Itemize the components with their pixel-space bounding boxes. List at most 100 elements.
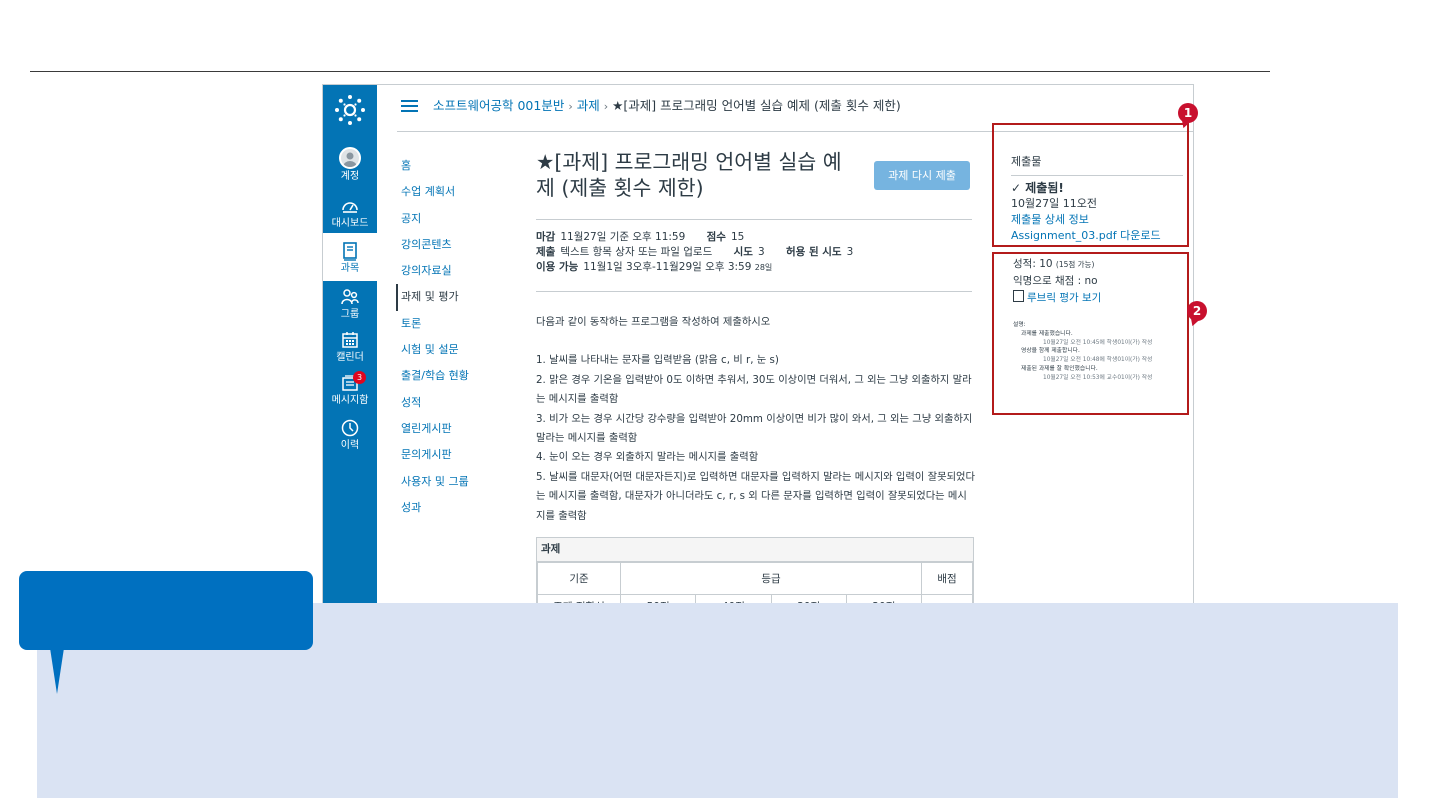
clipboard-icon — [1013, 290, 1024, 302]
points-label: 점수 — [706, 231, 726, 243]
available-days: 28일 — [754, 263, 773, 272]
gnav-dashboard[interactable]: 대시보드 — [323, 196, 377, 230]
allowed-attempts-value: 3 — [846, 246, 854, 258]
description-line: 3. 비가 오는 경우 시간당 강수량을 입력받아 20mm 이상이면 비가 많… — [536, 412, 973, 445]
course-nav-discussions[interactable]: 토론 — [401, 311, 511, 337]
details-divider — [536, 291, 972, 292]
breadcrumb-course-link[interactable]: 소프트웨어공학 001분반 — [433, 98, 564, 113]
breadcrumb-separator-icon: › — [568, 100, 573, 113]
resubmit-assignment-button[interactable]: 과제 다시 제출 — [874, 161, 970, 190]
rubric-title: 과제 — [537, 538, 973, 562]
course-nav-modules[interactable]: 강의콘텐츠 — [401, 232, 511, 258]
due-label: 마감 — [536, 231, 556, 243]
submitting-label: 제출 — [536, 246, 556, 258]
comment-meta: 10월27일 오전 10:45에 학생01이(가) 작성 — [1043, 339, 1153, 346]
grade-panel: 성적: 10 (15점 가능) 익명으로 채점 : no 루브릭 평가 보기 — [1013, 256, 1185, 307]
groups-icon — [341, 289, 359, 305]
gnav-courses-label: 과목 — [340, 263, 360, 274]
download-submission-link[interactable]: Assignment_03.pdf 다운로드 — [1011, 228, 1183, 244]
attempts-label: 시도 — [733, 246, 753, 258]
grade-score: 성적: 10 — [1013, 258, 1053, 270]
anonymous-grading: 익명으로 채점 : no — [1013, 275, 1098, 287]
slide-top-rule — [30, 71, 1270, 72]
rubric-table: 과제 기준 등급 배점 주제 적합성 50점 40점 30점 20점 — [536, 537, 974, 610]
title-divider — [536, 219, 972, 220]
speech-callout — [19, 571, 313, 650]
course-nav-syllabus[interactable]: 수업 계획서 — [401, 179, 511, 205]
annotation-marker-2: 2 — [1187, 301, 1207, 321]
comment-text: 과제를 제출했습니다. — [1021, 330, 1073, 337]
gnav-account-label: 계정 — [340, 171, 360, 182]
course-nav-attendance[interactable]: 출결/학습 현황 — [401, 363, 511, 389]
course-nav-outcomes[interactable]: 성과 — [401, 495, 511, 521]
gnav-groups[interactable]: 그룹 — [323, 287, 377, 321]
canvas-logo-icon[interactable] — [334, 94, 366, 126]
description-line: 다음과 같이 동작하는 프로그램을 작성하여 제출하시오 — [536, 316, 771, 328]
submission-heading: 제출물 — [1011, 153, 1183, 176]
canvas-screenshot-frame: 계정 대시보드 과목 그룹 캘린더 3 메시지함 이력 소프트웨어공학 001분… — [322, 84, 1194, 611]
gnav-account[interactable]: 계정 — [323, 147, 377, 183]
description-line: 4. 눈이 오는 경우 외출하지 말라는 메시지를 출력함 — [536, 451, 759, 464]
account-avatar-icon — [339, 147, 361, 169]
gnav-inbox-label: 메시지함 — [331, 395, 369, 406]
assignment-title: ★[과제] 프로그래밍 언어별 실습 예제 (제출 횟수 제한) — [536, 150, 842, 200]
dashboard-icon — [342, 202, 358, 213]
menu-hamburger-icon[interactable] — [401, 100, 418, 112]
submission-status: ✓ 제출됨! — [1011, 181, 1064, 195]
gnav-inbox[interactable]: 3 메시지함 — [323, 371, 377, 407]
submission-details-link[interactable]: 제출물 상세 정보 — [1011, 212, 1183, 228]
comments-label: 설명: — [1013, 322, 1026, 328]
annotation-marker-1: 1 — [1178, 103, 1198, 123]
available-value: 11월1일 3오후-11월29일 오후 3:59 — [583, 261, 752, 273]
course-nav-quizzes[interactable]: 시험 및 설문 — [401, 337, 511, 363]
rubric-header-points: 배점 — [921, 562, 973, 595]
attempts-value: 3 — [757, 246, 765, 258]
rubric-header-row: 기준 등급 배점 — [537, 562, 973, 595]
global-nav: 계정 대시보드 과목 그룹 캘린더 3 메시지함 이력 — [323, 85, 377, 610]
gnav-calendar[interactable]: 캘린더 — [323, 330, 377, 364]
calendar-icon — [342, 332, 358, 348]
assignment-details: 마감 11월27일 기준 오후 11:59 점수 15 제출 텍스트 항목 상자 또는… — [536, 230, 976, 275]
comment-meta: 10월27일 오전 10:53에 교수01이(가) 작성 — [1043, 374, 1153, 381]
course-nav-announcements[interactable]: 공지 — [401, 206, 511, 232]
description-blank — [536, 332, 976, 351]
course-nav-assignments[interactable]: 과제 및 평가 — [396, 284, 511, 311]
breadcrumb-section-link[interactable]: 과제 — [577, 98, 600, 113]
course-nav-people[interactable]: 사용자 및 그룹 — [401, 469, 511, 495]
gnav-history[interactable]: 이력 — [323, 418, 377, 452]
comment-text: 제출된 과제를 잘 확인했습니다. — [1021, 365, 1098, 372]
courses-icon — [343, 242, 357, 261]
breadcrumb-current: ★[과제] 프로그래밍 언어별 실습 예제 (제출 횟수 제한) — [612, 98, 901, 113]
speech-callout-tail — [50, 648, 64, 694]
due-value: 11월27일 기준 오후 11:59 — [560, 231, 686, 243]
submitting-value: 텍스트 항목 상자 또는 파일 업로드 — [560, 246, 713, 258]
gnav-calendar-label: 캘린더 — [336, 352, 364, 363]
assignment-description: 다음과 같이 동작하는 프로그램을 작성하여 제출하시오 1. 날씨를 나타내는… — [536, 313, 976, 526]
comment-text: 영상을 함께 제출합니다. — [1021, 348, 1080, 355]
description-line: 1. 날씨를 나타내는 문자를 입력받음 (맑음 c, 비 r, 눈 s) — [536, 354, 779, 367]
history-icon — [341, 419, 359, 437]
course-nav-qna-board[interactable]: 문의게시판 — [401, 442, 511, 468]
course-nav: 홈 수업 계획서 공지 강의콘텐츠 강의자료실 과제 및 평가 토론 시험 및 … — [396, 153, 511, 521]
gnav-dashboard-label: 대시보드 — [331, 218, 369, 229]
course-nav-home[interactable]: 홈 — [401, 153, 511, 179]
course-nav-open-board[interactable]: 열린게시판 — [401, 416, 511, 442]
breadcrumb: 소프트웨어공학 001분반 › 과제 › ★[과제] 프로그래밍 언어별 실습 예제 (… — [433, 95, 901, 114]
view-rubric-link[interactable]: 루브릭 평가 보기 — [1027, 292, 1101, 304]
submission-date: 10월27일 11오전 — [1011, 197, 1097, 210]
gnav-groups-label: 그룹 — [340, 309, 360, 320]
inbox-unread-badge: 3 — [353, 371, 366, 384]
description-line: 2. 맑은 경우 기온을 입력받아 0도 이하면 추워서, 30도 이상이면 더… — [536, 373, 972, 406]
comments-list: 설명: 과제를 제출했습니다. 10월27일 오전 10:45에 학생01이(가… — [1013, 321, 1185, 383]
grade-score-note: (15점 가능) — [1055, 260, 1095, 269]
course-nav-grades[interactable]: 성적 — [401, 390, 511, 416]
available-label: 이용 가능 — [536, 261, 579, 273]
points-value: 15 — [730, 231, 745, 243]
submission-panel: 제출물 ✓ 제출됨! 10월27일 11오전 제출물 상세 정보 Assignm… — [1011, 153, 1183, 244]
allowed-attempts-label: 허용 된 시도 — [785, 246, 842, 258]
rubric-header-criteria: 기준 — [537, 562, 621, 595]
gnav-courses[interactable]: 과목 — [323, 233, 377, 281]
course-nav-files[interactable]: 강의자료실 — [401, 258, 511, 284]
rubric-header-ratings: 등급 — [620, 562, 922, 595]
gnav-history-label: 이력 — [340, 440, 360, 451]
